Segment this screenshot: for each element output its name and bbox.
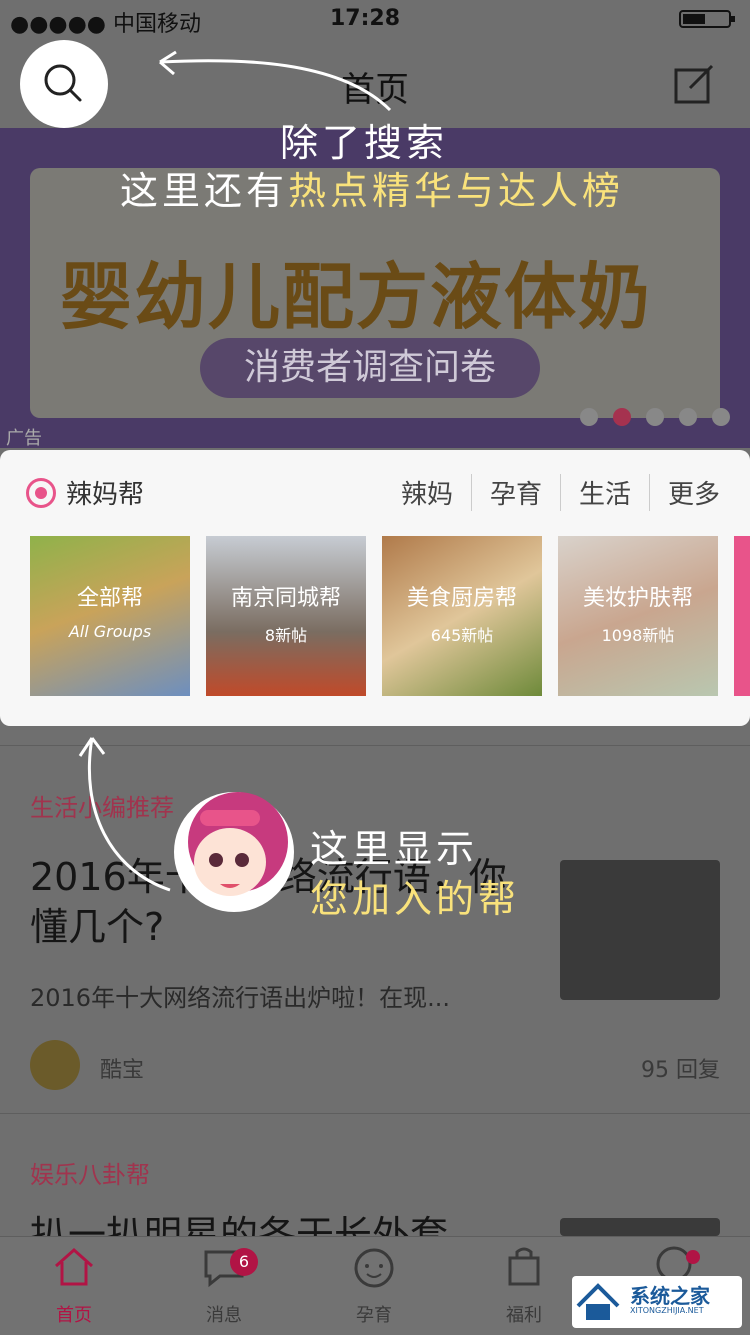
clock: 17:28	[330, 6, 401, 31]
carrier-label: ●●●●● 中国移动	[10, 12, 201, 37]
author-name[interactable]: 酷宝	[100, 1052, 144, 1084]
tab-benefits-label: 福利	[506, 1305, 542, 1326]
group-tile-all[interactable]: 全部帮 All Groups	[30, 536, 190, 696]
watermark-url: XITONGZHIJIA.NET	[630, 1306, 704, 1315]
watermark-text: 系统之家	[630, 1284, 710, 1308]
group-logo-icon	[26, 478, 56, 508]
mascot-sticker	[160, 780, 300, 920]
group-tile-name: 美食厨房帮	[406, 586, 517, 611]
group-panel-title: 辣妈帮	[66, 480, 145, 510]
group-tile-count: 645新帖	[430, 626, 494, 645]
group-tab-more[interactable]: 更多	[650, 474, 720, 511]
message-badge: 6	[230, 1248, 258, 1276]
group-tile-food[interactable]: 美食厨房帮 645新帖	[382, 536, 542, 696]
tab-parenting-label: 孕育	[356, 1305, 392, 1326]
carousel-dot[interactable]	[678, 408, 697, 426]
shopping-bag-icon	[508, 1247, 540, 1286]
tab-benefits[interactable]: 福利	[474, 1244, 574, 1327]
callout-search-prefix: 这里还有	[120, 169, 289, 213]
group-tile-sub: All Groups	[68, 622, 152, 641]
ad-label: 广告	[6, 428, 42, 449]
article-snippet[interactable]: 2016年十大网络流行语出炉啦！在现...	[30, 978, 530, 1013]
search-button[interactable]	[20, 40, 108, 128]
group-tabs: 辣妈 孕育 生活 更多	[383, 474, 720, 511]
callout-search-line1: 除了搜索	[280, 121, 449, 165]
group-tile-next-peek[interactable]	[734, 536, 750, 696]
status-bar: ●●●●● 中国移动 17:28	[0, 0, 750, 40]
group-tab-yunyu[interactable]: 孕育	[472, 474, 561, 511]
tab-home-label: 首页	[56, 1305, 92, 1326]
tab-messages-label: 消息	[206, 1305, 242, 1326]
battery-icon	[678, 8, 738, 30]
group-tile-beauty[interactable]: 美妆护肤帮 1098新帖	[558, 536, 718, 696]
feed-section-label[interactable]: 娱乐八卦帮	[30, 1155, 150, 1190]
search-icon	[44, 64, 82, 102]
callout-group-highlight: 您加入的帮	[310, 877, 521, 921]
group-tab-shenghuo[interactable]: 生活	[561, 474, 650, 511]
carousel-dot[interactable]	[712, 408, 730, 426]
banner-headline: 婴幼儿配方液体奶	[60, 255, 653, 339]
article-thumbnail[interactable]	[560, 860, 720, 1000]
reply-count: 95 回复	[641, 1058, 720, 1083]
group-tile-nanjing[interactable]: 南京同城帮 8新帖	[206, 536, 366, 696]
group-tab-lama[interactable]: 辣妈	[383, 474, 472, 511]
edit-icon	[674, 64, 714, 104]
group-tile-name: 全部帮	[76, 586, 143, 611]
carousel-dot[interactable]	[579, 408, 598, 426]
group-tile-name: 美妆护肤帮	[582, 586, 693, 611]
carousel-dot-active[interactable]	[612, 408, 631, 426]
article-thumbnail[interactable]	[560, 1218, 720, 1236]
callout-group-line1: 这里显示	[310, 827, 479, 871]
group-tile-count: 8新帖	[264, 626, 308, 645]
tab-parenting[interactable]: 孕育	[324, 1244, 424, 1327]
home-icon	[55, 1247, 93, 1286]
tab-messages[interactable]: 消息	[174, 1244, 274, 1327]
house-logo-icon	[576, 1283, 620, 1320]
callout-search-line2: 这里还有热点精华与达人榜	[120, 160, 624, 215]
divider	[0, 1113, 750, 1114]
baby-face-icon	[354, 1248, 394, 1288]
carousel-dots[interactable]	[570, 408, 730, 430]
group-tile-name: 南京同城帮	[230, 586, 341, 611]
compose-button[interactable]	[674, 64, 714, 104]
article-title[interactable]: 扒一扒明星的各于长外套	[30, 1210, 530, 1236]
banner-subtitle: 消费者调查问卷	[200, 338, 540, 398]
profile-badge-dot	[686, 1250, 700, 1264]
callout-search-highlight: 热点精华与达人榜	[288, 169, 625, 213]
carousel-dot[interactable]	[645, 408, 664, 426]
tab-home[interactable]: 首页	[24, 1244, 124, 1327]
callout-arrow-search	[159, 50, 392, 112]
group-tile-count: 1098新帖	[601, 626, 675, 645]
callout-group-line2: 您加入的帮	[310, 868, 520, 923]
avatar[interactable]	[30, 1040, 80, 1090]
